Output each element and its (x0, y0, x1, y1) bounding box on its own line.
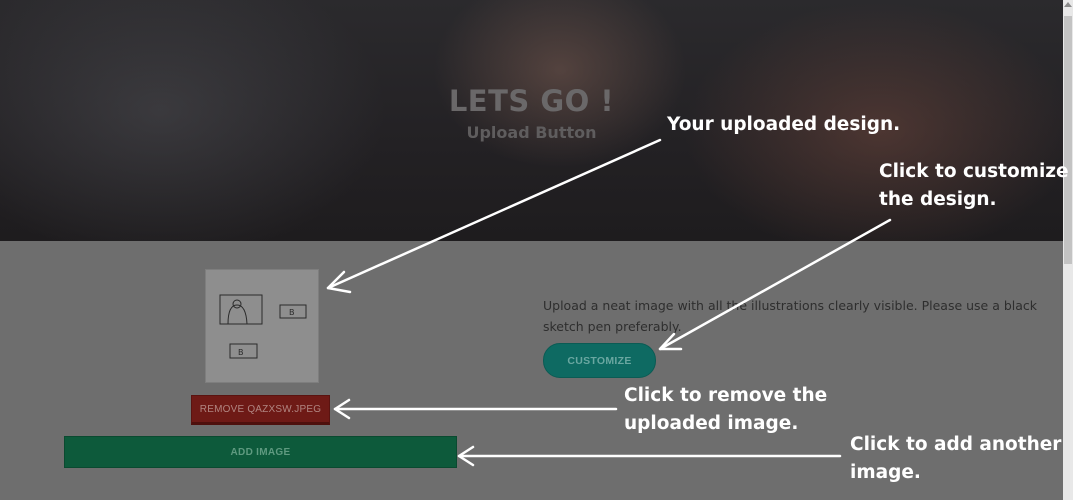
annotation-add-line1: Click to add another (850, 434, 1062, 455)
hero-subtitle: Upload Button (466, 123, 597, 142)
scroll-up-arrow-icon[interactable] (1064, 2, 1072, 7)
sketch-label-2: B (238, 348, 244, 357)
annotation-customize-line2: the design. (879, 189, 997, 210)
annotation-uploaded-design: Your uploaded design. (667, 114, 901, 135)
uploaded-image-preview: B B (205, 269, 319, 383)
upload-instructions: Upload a neat image with all the illustr… (543, 298, 1038, 334)
remove-image-button[interactable]: REMOVE QAZXSW.JPEG (191, 395, 330, 425)
sketch-label-1: B (289, 308, 295, 317)
annotation-remove-line2: uploaded image. (624, 413, 799, 434)
vertical-scrollbar[interactable] (1063, 0, 1073, 500)
annotation-add-line2: image. (850, 462, 921, 483)
add-image-button[interactable]: ADD IMAGE (64, 436, 457, 468)
customize-button[interactable]: CUSTOMIZE (543, 343, 656, 378)
annotation-customize-line1: Click to customize (879, 161, 1069, 182)
scrollbar-thumb[interactable] (1064, 16, 1072, 264)
hero-title: LETS GO ! (448, 84, 615, 118)
sketch-drawing: B B (206, 270, 318, 382)
annotation-remove-line1: Click to remove the (624, 385, 828, 406)
